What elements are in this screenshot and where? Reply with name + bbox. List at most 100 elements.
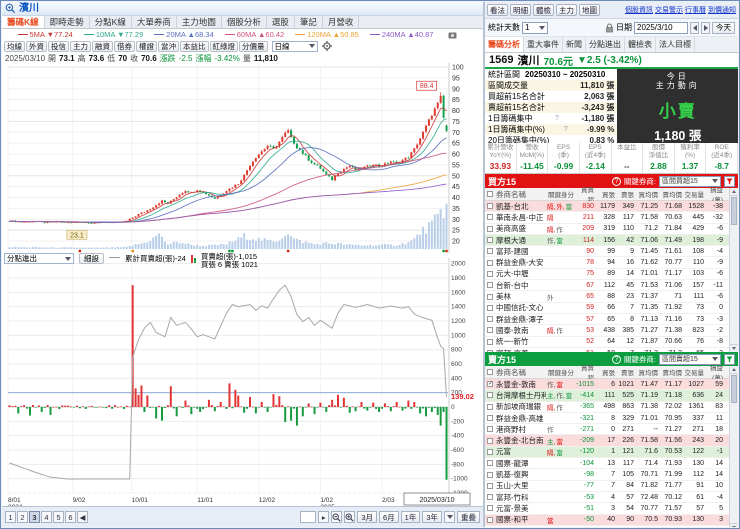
help-icon[interactable]: ?: [555, 115, 559, 122]
tab-分點K線[interactable]: 分點K線: [90, 16, 132, 28]
help-icon[interactable]: ?: [611, 354, 621, 364]
row-checkbox[interactable]: [487, 293, 493, 300]
table-row[interactable]: 中國信託-文心 59 66 7 71.35 71.92 73 0: [485, 303, 729, 314]
toolbar-button-當沖[interactable]: 當沖: [158, 40, 179, 52]
row-checkbox[interactable]: [487, 338, 493, 345]
top-button-主力[interactable]: 主力: [556, 4, 577, 16]
top-link-個股資訊[interactable]: 個股資訊: [625, 5, 653, 15]
table-row[interactable]: 元大-中壢 75 89 14 71.01 71.17 103 -6: [485, 269, 729, 281]
row-checkbox[interactable]: [487, 392, 493, 399]
tab-選股[interactable]: 選股: [267, 16, 295, 28]
row-checkbox[interactable]: [487, 505, 493, 512]
table-row[interactable]: 摩根大通 作,當 114 156 42 71.06 71.49 198 -9: [485, 234, 729, 247]
date-input[interactable]: [634, 21, 688, 34]
tab-即時走勢[interactable]: 即時走勢: [45, 16, 90, 28]
range-button-3月[interactable]: 3月: [357, 511, 377, 523]
table-row[interactable]: 國票-和平 當 -50 40 90 70.5 70.93 130 3: [485, 514, 729, 526]
flow-settings-button[interactable]: 細設: [79, 253, 104, 264]
toolbar-button-投信[interactable]: 投信: [48, 40, 69, 52]
scroll-up-icon[interactable]: [730, 188, 738, 196]
row-checkbox[interactable]: [487, 471, 493, 478]
scroll-down-icon[interactable]: [730, 523, 738, 527]
table-row[interactable]: 華南永昌-中正隔 211 328 117 71.58 70.63 445 -32: [485, 212, 729, 224]
candlestick-chart[interactable]: 100 95 90 85 80 75 70 65 60 55 50 45 40 35 30 25 20 88.4 2…: [2, 63, 483, 253]
toolbar-button-分價量[interactable]: 分價量: [239, 40, 268, 52]
toolbar-button-借券[interactable]: 借券: [114, 40, 135, 52]
row-checkbox[interactable]: [487, 448, 493, 455]
date-prev-button[interactable]: [690, 21, 699, 34]
row-checkbox[interactable]: [487, 437, 493, 444]
row-checkbox[interactable]: [487, 248, 493, 255]
buy-table-scrollbar[interactable]: [729, 188, 738, 352]
table-row[interactable]: 港商野村 作 -271 0 271 -- 71.27 271 18: [485, 424, 729, 436]
tab-大單券商[interactable]: 大單券商: [132, 16, 177, 28]
date-next-button[interactable]: [701, 21, 710, 34]
range-button-1年[interactable]: 1年: [400, 511, 421, 523]
table-row[interactable]: 台灣摩根士丹利 主,作,當 -414 111 525 71.19 71.18 636 24: [485, 390, 729, 402]
row-checkbox[interactable]: [487, 460, 493, 467]
rtab-法人目標[interactable]: 法人目標: [656, 37, 695, 52]
row-checkbox[interactable]: ✓: [487, 381, 493, 388]
flow-source-select[interactable]: 分點進出: [4, 253, 74, 264]
tab-月營收[interactable]: 月營收: [323, 16, 360, 28]
table-row[interactable]: 美林 外 65 88 23 71.37 71 111 -6: [485, 291, 729, 303]
table-row[interactable]: 群益金鼎-大安 78 94 16 71.62 70.77 110 -9: [485, 257, 729, 269]
scroll-down-icon[interactable]: [730, 344, 738, 352]
page-button-◀[interactable]: ◀: [77, 511, 88, 523]
row-checkbox[interactable]: [487, 327, 493, 334]
scroll-up-icon[interactable]: [730, 366, 738, 374]
row-checkbox[interactable]: [487, 426, 493, 433]
page-button-5[interactable]: 5: [53, 511, 64, 523]
table-row[interactable]: 元富 隔,當 -120 1 121 71.6 70.53 122 -1: [485, 446, 729, 459]
table-row[interactable]: 國票-龍潭 -104 13 117 71.4 71.93 130 14: [485, 458, 729, 470]
rtab-重大事件[interactable]: 重大事件: [524, 37, 563, 52]
row-checkbox[interactable]: [487, 225, 493, 232]
row-checkbox[interactable]: [487, 516, 493, 523]
help-icon[interactable]: ?: [611, 176, 621, 186]
table-row[interactable]: ✓ 永豐金-敦南 作,當 -1015 6 1021 71.47 71.17 1027 59: [485, 379, 729, 391]
page-button-1[interactable]: 1: [5, 511, 16, 523]
table-row[interactable]: 群益金鼎-潭子 57 65 8 71.13 71.16 73 -3: [485, 314, 729, 326]
row-checkbox[interactable]: [487, 316, 493, 323]
scroll-box[interactable]: [300, 511, 317, 523]
row-checkbox[interactable]: [487, 403, 493, 410]
broker-flow-chart[interactable]: 2000180016001400120010008006004002000-20…: [2, 258, 483, 510]
row-checkbox[interactable]: [487, 259, 493, 266]
top-link-交易警示[interactable]: 交易警示: [655, 5, 683, 15]
top-link-行事曆[interactable]: 行事曆: [685, 5, 706, 15]
top-button-地圖[interactable]: 地圖: [579, 4, 600, 16]
filter-icon[interactable]: [724, 175, 735, 187]
stat-days-select[interactable]: 1: [522, 21, 548, 34]
toolbar-button-融資[interactable]: 融資: [92, 40, 113, 52]
toolbar-button-外資[interactable]: 外資: [26, 40, 47, 52]
today-button[interactable]: 今天: [712, 21, 735, 34]
range-button-6月[interactable]: 6月: [378, 511, 399, 523]
table-row[interactable]: 台新-台中 67 112 45 71.53 71.06 157 -11: [485, 280, 729, 292]
table-row[interactable]: 新加坡商瑞銀 隔,作 -365 498 863 71.38 72.02 1361 83: [485, 402, 729, 413]
tab-籌碼K線[interactable]: 籌碼K線: [2, 16, 45, 28]
zoom-in-button[interactable]: [344, 511, 356, 523]
gear-icon[interactable]: [321, 41, 332, 51]
range-button-3年[interactable]: 3年: [422, 511, 442, 523]
tab-個股分析[interactable]: 個股分析: [222, 16, 267, 28]
page-button-4[interactable]: 4: [41, 511, 52, 523]
rtab-新聞[interactable]: 新聞: [563, 37, 586, 52]
top-link-到價通知[interactable]: 到價通知: [708, 5, 736, 15]
rtab-籌碼分析[interactable]: 籌碼分析: [485, 37, 524, 52]
row-checkbox[interactable]: [487, 282, 493, 289]
camera-icon[interactable]: [448, 31, 457, 39]
table-row[interactable]: 玉山-大里 -77 7 84 71.82 71.77 91 10: [485, 481, 729, 492]
table-row[interactable]: 美商高盛 隔,作 209 319 110 71.2 71.84 429 -6: [485, 224, 729, 235]
period-select[interactable]: 日線: [271, 40, 318, 52]
top-button-明細[interactable]: 明細: [510, 4, 531, 16]
toolbar-button-本益比[interactable]: 本益比: [180, 40, 209, 52]
table-row[interactable]: 永豐金-北台南 主,當 -209 17 226 71.58 71.56 243 20: [485, 435, 729, 447]
row-checkbox[interactable]: [487, 214, 493, 221]
filter-icon[interactable]: [724, 353, 735, 365]
toolbar-button-權證[interactable]: 權證: [136, 40, 157, 52]
overlay-button[interactable]: 重疊: [457, 511, 480, 523]
rtab-分點進出[interactable]: 分點進出: [586, 37, 625, 52]
top-button-體檢[interactable]: 體檢: [533, 4, 554, 16]
play-button[interactable]: ▸: [318, 511, 330, 523]
row-checkbox[interactable]: [487, 270, 493, 277]
